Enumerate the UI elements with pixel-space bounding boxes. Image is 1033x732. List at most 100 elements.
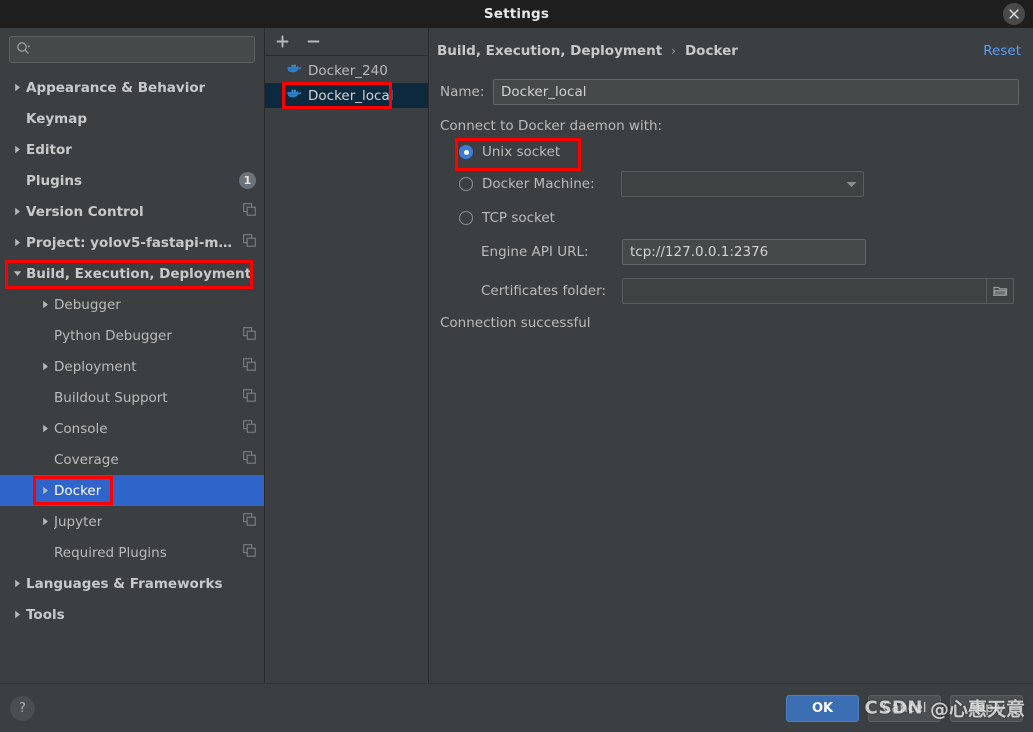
sidebar-item-version-control[interactable]: Version Control xyxy=(0,196,264,227)
search-box[interactable] xyxy=(9,36,255,63)
name-input[interactable]: Docker_local xyxy=(493,79,1019,105)
search-container xyxy=(0,28,264,69)
radio-docker-machine[interactable]: Docker Machine: xyxy=(440,171,1022,197)
radio-unix-socket-label: Unix socket xyxy=(482,144,561,160)
chevron-right-icon xyxy=(42,424,48,433)
search-icon xyxy=(16,41,31,59)
chevron-right-icon xyxy=(42,517,48,526)
name-value: Docker_local xyxy=(501,84,587,100)
copy-settings-icon[interactable] xyxy=(243,327,256,344)
chevron-right-icon xyxy=(42,362,48,371)
settings-tree: Appearance & Behavior Keymap Editor Plugins… xyxy=(0,69,264,683)
tree-arrow[interactable] xyxy=(10,267,24,281)
reset-link[interactable]: Reset xyxy=(983,43,1021,59)
sidebar-item-label: Deployment xyxy=(54,358,137,375)
copy-settings-icon[interactable] xyxy=(243,420,256,437)
tree-arrow[interactable] xyxy=(38,360,52,374)
radio-docker-machine-indicator[interactable] xyxy=(459,177,473,191)
sidebar-item-label: Jupyter xyxy=(54,513,103,530)
sidebar-item-label: Console xyxy=(54,420,108,437)
sidebar-item-jupyter[interactable]: Jupyter xyxy=(0,506,264,537)
remove-button[interactable] xyxy=(305,33,322,50)
sidebar-item-label: Coverage xyxy=(54,451,119,468)
certificates-input[interactable] xyxy=(622,278,1014,304)
sidebar-item-gutter xyxy=(237,513,256,530)
tree-arrow[interactable] xyxy=(38,422,52,436)
copy-settings-icon[interactable] xyxy=(243,234,256,251)
radio-unix-socket-indicator[interactable] xyxy=(459,145,473,159)
sidebar-item-deployment[interactable]: Deployment xyxy=(0,351,264,382)
certificates-row: Certificates folder: xyxy=(440,278,1022,304)
list-item-label: Docker_240 xyxy=(308,62,388,79)
search-input[interactable] xyxy=(33,42,248,57)
tree-arrow[interactable] xyxy=(10,205,24,219)
sidebar-item-required-plugins[interactable]: Required Plugins xyxy=(0,537,264,568)
tree-arrow[interactable] xyxy=(10,236,24,250)
close-icon[interactable] xyxy=(1003,3,1025,25)
sidebar-item-coverage[interactable]: Coverage xyxy=(0,444,264,475)
tree-arrow[interactable] xyxy=(38,298,52,312)
copy-settings-icon[interactable] xyxy=(243,203,256,220)
engine-api-input[interactable]: tcp://127.0.0.1:2376 xyxy=(622,239,866,265)
sidebar-item-gutter: 1 xyxy=(233,172,256,189)
apply-button[interactable]: Apply xyxy=(950,694,1023,722)
radio-tcp-socket[interactable]: TCP socket xyxy=(440,210,1022,226)
sidebar-item-plugins[interactable]: Plugins 1 xyxy=(0,165,264,196)
radio-unix-socket[interactable]: Unix socket xyxy=(440,138,1022,171)
sidebar-item-label: Buildout Support xyxy=(54,389,168,406)
sidebar-item-label: Plugins xyxy=(26,172,83,189)
help-button[interactable]: ? xyxy=(10,695,35,721)
sidebar-item-label: Tools xyxy=(26,606,65,623)
engine-api-row: Engine API URL: tcp://127.0.0.1:2376 xyxy=(440,239,1022,265)
sidebar-item-editor[interactable]: Editor xyxy=(0,134,264,165)
sidebar-item-build-execution-deployment[interactable]: Build, Execution, Deployment xyxy=(0,258,264,289)
tree-arrow[interactable] xyxy=(38,515,52,529)
copy-settings-icon[interactable] xyxy=(243,451,256,468)
ok-button[interactable]: OK xyxy=(786,694,859,722)
radio-tcp-socket-indicator[interactable] xyxy=(459,211,473,225)
footer-buttons: OK Cancel Apply xyxy=(786,694,1023,722)
tree-arrow[interactable] xyxy=(10,577,24,591)
name-label: Name: xyxy=(440,84,485,100)
sidebar-item-tools[interactable]: Tools xyxy=(0,599,264,630)
plugins-update-badge[interactable]: 1 xyxy=(239,172,256,189)
settings-content: Build, Execution, Deployment › Docker Re… xyxy=(429,28,1033,683)
tree-arrow[interactable] xyxy=(10,608,24,622)
sidebar-item-label: Debugger xyxy=(54,296,121,313)
sidebar-item-keymap[interactable]: Keymap xyxy=(0,103,264,134)
sidebar-item-buildout-support[interactable]: Buildout Support xyxy=(0,382,264,413)
search-glyph xyxy=(17,41,31,54)
tree-arrow[interactable] xyxy=(10,81,24,95)
folder-icon[interactable] xyxy=(986,278,1013,304)
sidebar-item-appearance-behavior[interactable]: Appearance & Behavior xyxy=(0,72,264,103)
tree-arrow[interactable] xyxy=(10,143,24,157)
copy-settings-icon[interactable] xyxy=(243,544,256,561)
sidebar-item-debugger[interactable]: Debugger xyxy=(0,289,264,320)
copy-glyph xyxy=(243,234,256,247)
sidebar-item-console[interactable]: Console xyxy=(0,413,264,444)
docker-whale-icon xyxy=(287,87,302,104)
docker-list: Docker_240 Docker_local xyxy=(265,56,428,109)
list-item[interactable]: Docker_240 xyxy=(265,58,428,83)
list-item[interactable]: Docker_local xyxy=(265,82,428,109)
sidebar-item-docker[interactable]: Docker xyxy=(0,475,264,506)
cancel-button[interactable]: Cancel xyxy=(868,694,941,722)
sidebar-item-python-debugger[interactable]: Python Debugger xyxy=(0,320,264,351)
copy-settings-icon[interactable] xyxy=(243,513,256,530)
breadcrumb-current: Docker xyxy=(684,43,738,59)
chevron-right-icon xyxy=(14,145,20,154)
settings-sidebar: Appearance & Behavior Keymap Editor Plugins… xyxy=(0,28,265,683)
tree-arrow xyxy=(38,329,52,343)
engine-api-label: Engine API URL: xyxy=(481,244,589,260)
chevron-right-icon xyxy=(14,610,20,619)
copy-settings-icon[interactable] xyxy=(243,358,256,375)
tree-arrow xyxy=(38,391,52,405)
add-button[interactable] xyxy=(274,33,291,50)
sidebar-item-languages-frameworks[interactable]: Languages & Frameworks xyxy=(0,568,264,599)
tree-arrow[interactable] xyxy=(38,484,52,498)
tree-arrow xyxy=(10,112,24,126)
name-row: Name: Docker_local xyxy=(440,79,1022,105)
sidebar-item-project-yolov5-fastapi-main[interactable]: Project: yolov5-fastapi-main xyxy=(0,227,264,258)
copy-settings-icon[interactable] xyxy=(243,389,256,406)
docker-machine-select[interactable] xyxy=(621,171,864,197)
